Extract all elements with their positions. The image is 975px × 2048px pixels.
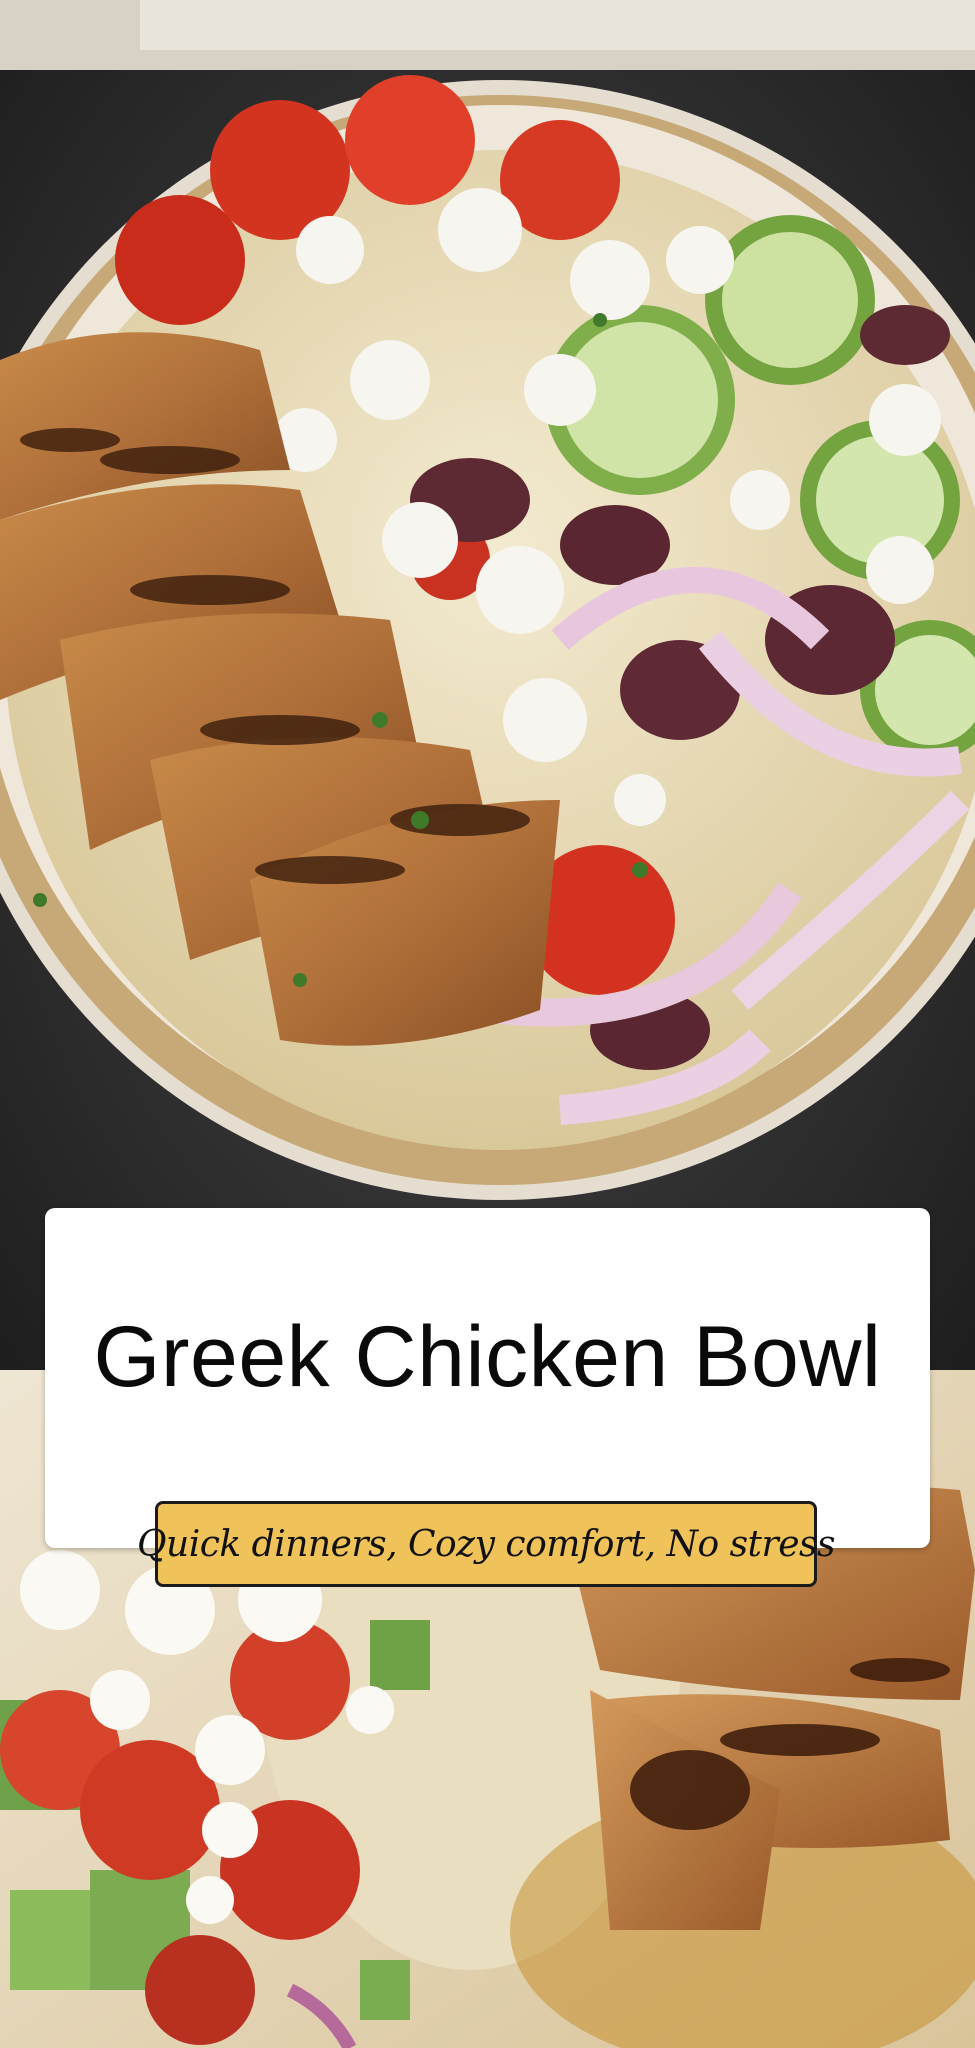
tagline-text: Quick dinners, Cozy comfort, No stress: [137, 1523, 835, 1565]
tagline-badge: Quick dinners, Cozy comfort, No stress: [137, 1501, 835, 1587]
title-card: Greek Chicken Bowl: [45, 1208, 930, 1548]
top-food-photo: [0, 0, 975, 1370]
recipe-title: Greek Chicken Bowl: [93, 1309, 882, 1405]
pin-graphic: Greek Chicken Bowl Quick dinners, Cozy c…: [0, 0, 975, 2048]
